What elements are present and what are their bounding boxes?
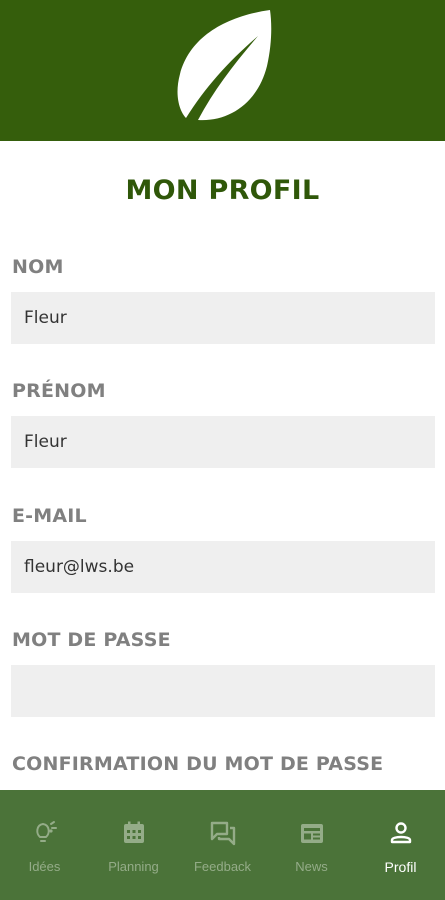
nom-field[interactable]: Fleur <box>11 292 435 344</box>
nav-label-news: News <box>295 859 328 874</box>
nav-item-idees[interactable]: Idées <box>0 790 89 900</box>
prenom-field[interactable]: Fleur <box>11 416 435 468</box>
nav-label-feedback: Feedback <box>193 859 252 874</box>
prenom-label: PRÉNOM <box>12 380 106 402</box>
nav-label-planning: Planning <box>108 859 159 874</box>
nav-item-news[interactable]: News <box>267 790 356 900</box>
password-label: MOT DE PASSE <box>12 629 171 651</box>
newspaper-icon <box>300 824 323 843</box>
email-label: E-MAIL <box>12 505 87 527</box>
page-title: MON PROFIL <box>125 175 320 206</box>
password-field[interactable] <box>11 665 435 717</box>
nav-item-profil[interactable]: Profil <box>356 790 445 900</box>
email-field[interactable]: fleur@lws.be <box>11 541 435 593</box>
nav-label-profil: Profil <box>384 859 417 875</box>
calendar-icon <box>123 821 144 843</box>
bottom-navigation: Idées Planning Feedback News Profil <box>0 790 445 900</box>
leaf-icon <box>177 10 272 121</box>
chat-bubbles-icon <box>210 821 235 846</box>
app-header <box>0 0 445 141</box>
password-confirmation-label: CONFIRMATION DU MOT DE PASSE <box>12 753 384 775</box>
nav-item-feedback[interactable]: Feedback <box>178 790 267 900</box>
nom-label: NOM <box>12 256 64 278</box>
nav-item-planning[interactable]: Planning <box>89 790 178 900</box>
nav-label-idees: Idées <box>28 859 61 874</box>
lightbulb-icon <box>35 821 57 842</box>
person-icon <box>390 822 411 844</box>
